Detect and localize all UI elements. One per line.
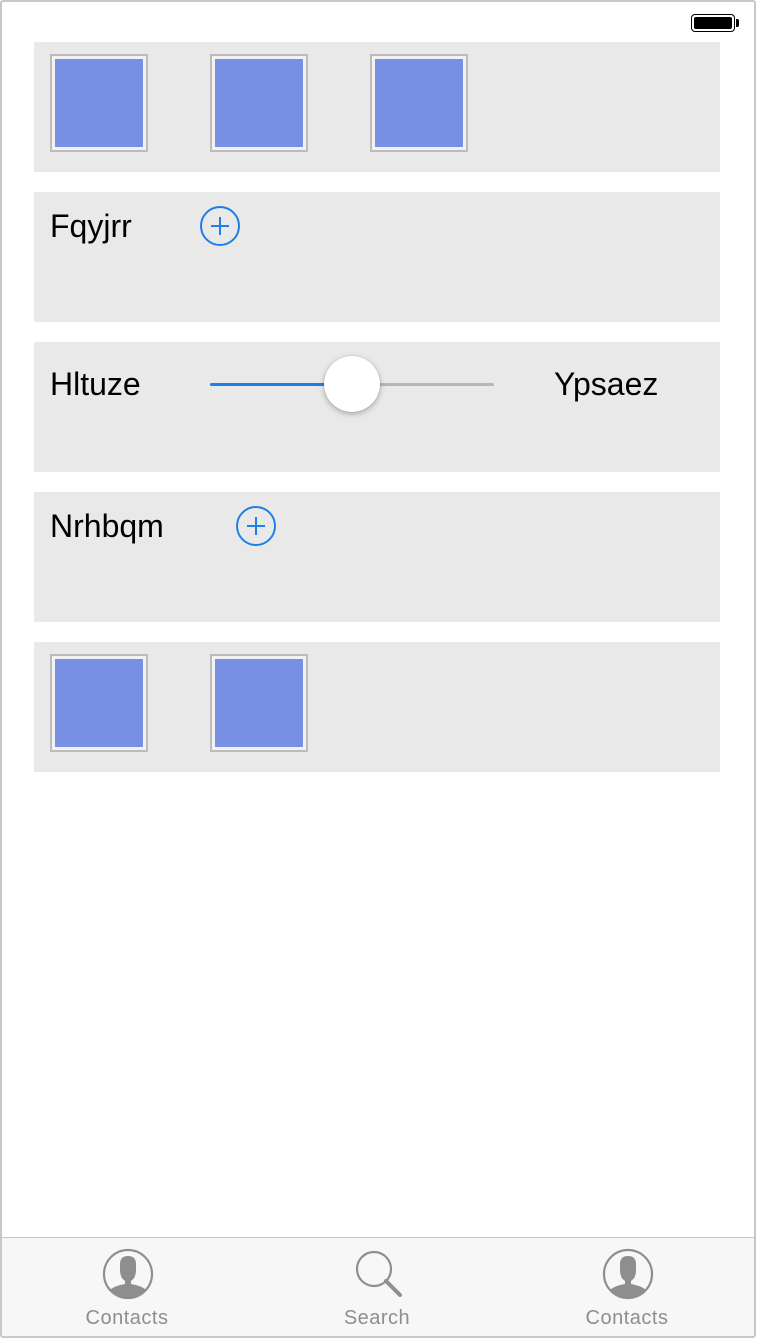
slider-panel: Hltuze Ypsaez	[34, 342, 720, 472]
fqyjrr-label: Fqyjrr	[50, 208, 132, 244]
nrhbqm-panel: Nrhbqm	[34, 492, 720, 622]
status-bar	[2, 2, 754, 42]
image-tile-fill	[375, 59, 463, 147]
plus-circle-icon[interactable]	[236, 506, 276, 546]
tiles-panel-bottom	[34, 642, 720, 772]
image-tile-fill	[215, 59, 303, 147]
tab-bar: Contacts Search Contacts	[2, 1237, 754, 1336]
slider-thumb[interactable]	[324, 356, 380, 412]
image-tile-fill	[55, 59, 143, 147]
slider[interactable]	[210, 352, 494, 412]
plus-circle-icon[interactable]	[200, 206, 240, 246]
image-tile-fill	[55, 659, 143, 747]
tab-label: Search	[343, 1307, 411, 1329]
image-tile-fill	[215, 659, 303, 747]
phone-screen: Fqyjrr Hltuze Ypsaez Nrhbqm Contacts Sea…	[0, 0, 756, 1338]
tab-contacts-2[interactable]: Contacts	[502, 1238, 752, 1336]
image-tile-4[interactable]	[50, 654, 148, 752]
battery-full-icon	[691, 14, 739, 32]
person-icon	[102, 1248, 154, 1300]
battery-level	[694, 17, 732, 29]
ypsaez-label: Ypsaez	[554, 366, 659, 402]
image-tile-2[interactable]	[210, 54, 308, 152]
tab-contacts-1[interactable]: Contacts	[2, 1238, 252, 1336]
tiles-panel-top	[34, 42, 720, 172]
tab-search[interactable]: Search	[252, 1238, 502, 1336]
person-icon	[602, 1248, 654, 1300]
search-icon	[355, 1250, 402, 1297]
tab-label: Contacts	[85, 1307, 169, 1329]
image-tile-1[interactable]	[50, 54, 148, 152]
image-tile-5[interactable]	[210, 654, 308, 752]
nrhbqm-label: Nrhbqm	[50, 508, 164, 544]
hltuze-label: Hltuze	[50, 366, 141, 402]
tab-label: Contacts	[585, 1307, 669, 1329]
image-tile-3[interactable]	[370, 54, 468, 152]
battery-nub	[736, 19, 739, 27]
fqyjrr-panel: Fqyjrr	[34, 192, 720, 322]
